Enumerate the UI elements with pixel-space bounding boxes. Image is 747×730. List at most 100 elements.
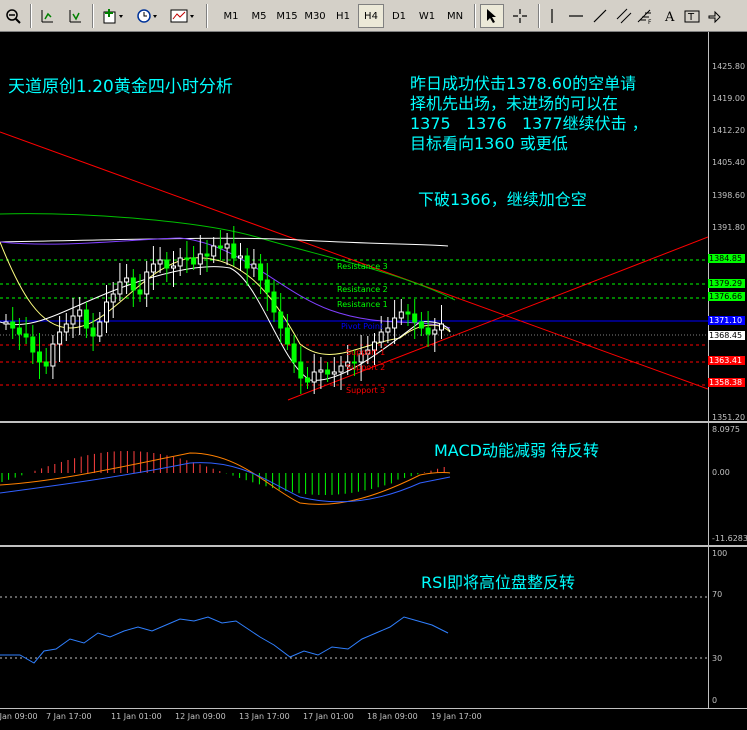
resistance-1-price-tag: 1376.66	[708, 292, 745, 301]
timeframe-h1[interactable]: H1	[330, 4, 356, 28]
rsi-panel[interactable]	[0, 547, 708, 708]
rsi-line	[0, 616, 449, 664]
candle-body	[3, 321, 9, 325]
macd-scale-line	[708, 423, 709, 545]
time-label: 17 Jan 01:00	[303, 712, 354, 721]
rsi-scale-label: 70	[712, 590, 723, 599]
macd-panel[interactable]	[0, 423, 708, 545]
svg-text:T: T	[687, 12, 695, 23]
candle-body	[164, 259, 170, 269]
resistance-3-price-tag: 1384.85	[708, 254, 745, 263]
chart-shift-icon[interactable]	[36, 4, 58, 28]
price-label: 1391.80	[712, 223, 746, 232]
candle-body	[83, 309, 89, 329]
periodicity-clock-icon[interactable]	[134, 4, 162, 28]
resistance-2-price-tag: 1379.29	[708, 279, 745, 288]
support-1-label: Support 1	[346, 348, 386, 357]
channel-icon[interactable]	[614, 4, 634, 28]
candle-body	[184, 257, 190, 260]
text-label-icon[interactable]: T	[682, 4, 702, 28]
timeframe-mn[interactable]: MN	[442, 4, 468, 28]
timeframe-m1[interactable]: M1	[218, 4, 244, 28]
candle-body	[244, 255, 250, 269]
candle-body	[117, 281, 123, 295]
vertical-line-icon[interactable]	[542, 4, 562, 28]
horizontal-line-icon[interactable]	[566, 4, 586, 28]
candle-body	[318, 369, 324, 373]
resistance-3-label: Resistance 3	[337, 262, 388, 271]
timeframe-d1[interactable]: D1	[386, 4, 412, 28]
candle-body	[211, 245, 217, 257]
candle-body	[439, 323, 444, 331]
timeframe-m30[interactable]: M30	[302, 4, 328, 28]
trendline-icon[interactable]	[590, 4, 610, 28]
candle-body	[425, 327, 431, 335]
timeframe-h4[interactable]: H4	[358, 4, 384, 28]
candle-body	[392, 317, 398, 329]
zoom-out-icon[interactable]	[2, 4, 24, 28]
candle-body	[284, 327, 290, 345]
time-label: 7 Jan 17:00	[46, 712, 92, 721]
time-label: 19 Jan 17:00	[431, 712, 482, 721]
candle-body	[144, 271, 150, 295]
candle-body	[63, 323, 69, 333]
macd-note: MACD动能减弱 待反转	[434, 441, 600, 460]
candle-body	[418, 321, 424, 329]
support-2-price-tag: 1358.38	[708, 378, 745, 387]
svg-text:A: A	[664, 10, 675, 24]
price-label: 1398.60	[712, 191, 746, 200]
advice-line-3: 1375 1376 1377继续伏击 ，	[410, 114, 648, 133]
candle-body	[70, 315, 76, 325]
candle-body	[110, 293, 116, 303]
time-label: 18 Jan 09:00	[367, 712, 418, 721]
macd-scale-label: 0.00	[712, 468, 730, 477]
macd-scale-label: -11.6283	[712, 534, 747, 543]
timeframe-m5[interactable]: M5	[246, 4, 272, 28]
candle-body	[137, 289, 143, 295]
time-label: 12 Jan 09:00	[175, 712, 226, 721]
candle-body	[37, 351, 42, 363]
price-label: 1405.40	[712, 158, 746, 167]
time-label: 13 Jan 17:00	[239, 712, 290, 721]
ma-white-line	[0, 237, 449, 247]
candle-body	[412, 313, 418, 323]
new-order-icon[interactable]	[100, 4, 128, 28]
candle-body	[405, 311, 411, 315]
price-label: 1412.20	[712, 126, 746, 135]
candle-body	[271, 291, 277, 313]
price-label: 1419.00	[712, 94, 746, 103]
candle-body	[432, 329, 438, 335]
timeframe-m15[interactable]: M15	[274, 4, 300, 28]
timeframe-w1[interactable]: W1	[414, 4, 440, 28]
rsi-scale-label: 100	[712, 549, 728, 558]
autoscroll-icon[interactable]	[64, 4, 86, 28]
time-axis-border	[0, 708, 747, 709]
support-1-price-tag: 1363.41	[708, 356, 745, 365]
toolbar: M1 M5 M15 M30 H1 H4 D1 W1 MN F A T	[0, 0, 747, 32]
analysis-title: 天道原创1.20黄金四小时分析	[8, 77, 233, 97]
crosshair-icon[interactable]	[508, 4, 532, 28]
candle-body	[50, 343, 56, 367]
chart-window[interactable]: 天道原创1.20黄金四小时分析 昨日成功伏击1378.60的空单请 择机先出场，…	[0, 32, 747, 730]
price-label: 1425.80	[712, 62, 746, 71]
candle-body	[191, 257, 197, 265]
candle-body	[10, 321, 16, 329]
resistance-1-label: Resistance 1	[337, 300, 388, 309]
candle-body	[398, 311, 404, 319]
candle-body	[258, 263, 264, 281]
fibonacci-icon[interactable]: F	[634, 4, 656, 28]
cursor-arrow-icon[interactable]	[480, 4, 504, 28]
rsi-note: RSI即将高位盘整反转	[421, 573, 575, 592]
candle-body	[57, 331, 63, 345]
templates-icon[interactable]	[168, 4, 198, 28]
candle-body	[97, 321, 103, 337]
candle-body	[204, 253, 210, 257]
candle-body	[90, 327, 96, 337]
arrow-mark-icon[interactable]	[704, 4, 724, 28]
pivot-price-tag: 1371.10	[708, 316, 745, 325]
candle-body	[385, 327, 391, 333]
last-price-tag: 1368.45	[708, 331, 745, 340]
candle-body	[305, 377, 310, 383]
candle-body	[331, 371, 337, 375]
text-tool-icon[interactable]: A	[660, 4, 680, 28]
